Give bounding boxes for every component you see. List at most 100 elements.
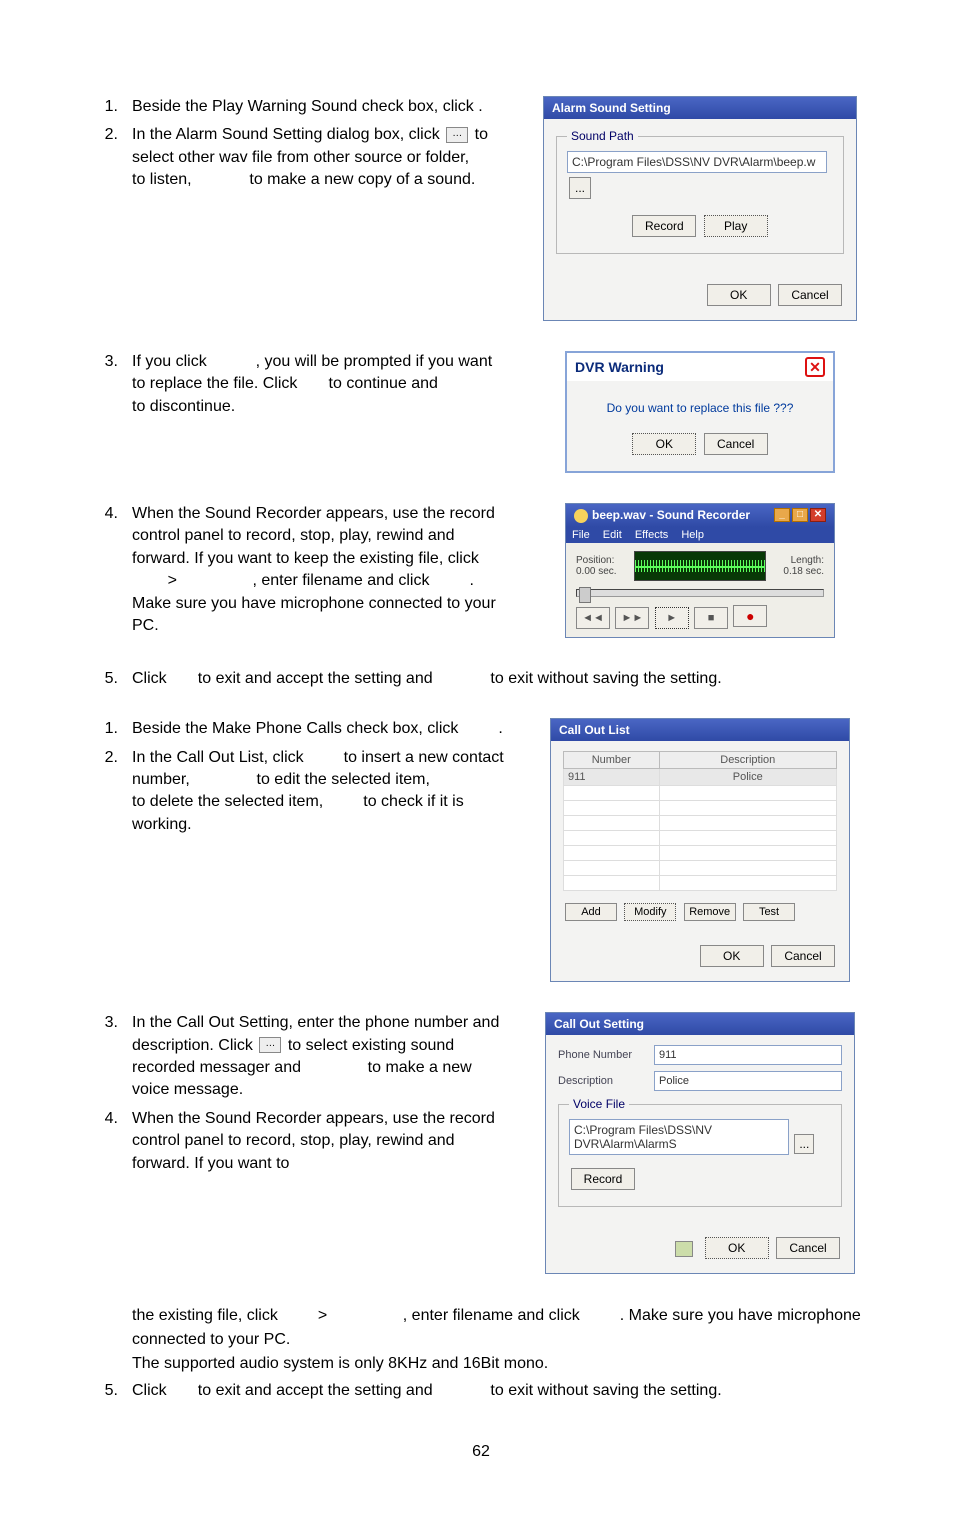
cancel-button[interactable]: Cancel — [778, 284, 842, 306]
text: to edit the selected item, — [257, 771, 430, 788]
instructions-block: 1. Beside the Play Warning Sound check b… — [92, 96, 506, 198]
seek-slider[interactable] — [576, 589, 824, 597]
menu-effects[interactable]: Effects — [635, 529, 668, 541]
fast-forward-button[interactable]: ►► — [615, 607, 649, 629]
ok-button[interactable]: OK — [707, 284, 771, 306]
maximize-icon[interactable]: □ — [792, 508, 808, 522]
stop-button[interactable]: ■ — [694, 607, 728, 629]
text: Click — [132, 1382, 167, 1399]
printer-icon[interactable] — [675, 1241, 693, 1257]
length-label: Length: 0.18 sec. — [772, 555, 824, 577]
table-row[interactable] — [564, 801, 837, 816]
text: Beside the Make Phone Calls check box, c… — [132, 720, 458, 737]
menu-file[interactable]: File — [572, 529, 590, 541]
text: Beside the Play Warning Sound check box,… — [132, 98, 474, 115]
test-button[interactable]: Test — [743, 903, 795, 921]
minimize-icon[interactable]: _ — [774, 508, 790, 522]
text: > — [318, 1307, 327, 1324]
step-body: Click to exit and accept the setting and… — [132, 668, 870, 690]
text: to make a new copy of a sound. — [249, 171, 475, 188]
text: , enter filename and click — [403, 1307, 580, 1324]
play-button[interactable]: Play — [704, 215, 768, 237]
menu-edit[interactable]: Edit — [603, 529, 622, 541]
remove-button[interactable]: Remove — [684, 903, 736, 921]
table-row[interactable] — [564, 846, 837, 861]
text: to delete the selected item, — [132, 793, 323, 810]
browse-button[interactable]: ... — [569, 177, 591, 199]
table-row[interactable]: 911 Police — [564, 769, 837, 786]
playback-controls: ◄◄ ►► ► ■ ● — [576, 605, 824, 629]
text: to exit without saving the setting. — [490, 1382, 721, 1399]
play-button[interactable]: ► — [655, 607, 689, 629]
browse-button[interactable]: ... — [794, 1134, 814, 1154]
ok-button[interactable]: OK — [700, 945, 764, 967]
dialog-titlebar: Alarm Sound Setting — [544, 97, 856, 119]
browse-icon: … — [446, 127, 468, 143]
menu-help[interactable]: Help — [681, 529, 704, 541]
sound-path-fieldset: Sound Path C:\Program Files\DSS\NV DVR\A… — [556, 129, 844, 254]
modify-button[interactable]: Modify — [624, 903, 676, 921]
dialog-title: beep.wav - Sound Recorder — [592, 508, 750, 522]
record-button[interactable]: Record — [571, 1168, 635, 1190]
step-num: 5. — [92, 668, 118, 690]
table-row[interactable] — [564, 861, 837, 876]
table-row[interactable] — [564, 786, 837, 801]
text: If you click — [132, 353, 207, 370]
voice-file-input[interactable]: C:\Program Files\DSS\NV DVR\Alarm\AlarmS — [569, 1119, 789, 1155]
cancel-button[interactable]: Cancel — [704, 433, 768, 455]
record-button[interactable]: ● — [733, 605, 767, 627]
text: . — [478, 98, 482, 115]
text: > — [168, 572, 177, 589]
phone-number-input[interactable]: 911 — [654, 1045, 842, 1065]
text: to exit and accept the setting and — [198, 1382, 433, 1399]
dialog-titlebar: Call Out List — [551, 719, 849, 741]
text: . — [498, 720, 502, 737]
dialog-titlebar: beep.wav - Sound Recorder _ □ ✕ — [566, 504, 834, 527]
cancel-button[interactable]: Cancel — [776, 1237, 840, 1259]
warning-message: Do you want to replace this file ??? — [579, 401, 821, 415]
step-body: When the Sound Recorder appears, use the… — [132, 1108, 506, 1175]
text: to exit without saving the setting. — [490, 670, 721, 687]
dialog-title: Call Out Setting — [554, 1017, 644, 1031]
step-num: 1. — [92, 96, 118, 118]
dialog-title: Call Out List — [559, 723, 630, 737]
menu-bar[interactable]: File Edit Effects Help — [566, 527, 834, 543]
close-icon[interactable]: ✕ — [805, 357, 825, 377]
table-row[interactable] — [564, 816, 837, 831]
text: the existing file, click — [132, 1307, 278, 1324]
cancel-button[interactable]: Cancel — [771, 945, 835, 967]
browse-icon: … — [259, 1037, 281, 1053]
step-body: When the Sound Recorder appears, use the… — [132, 503, 506, 637]
close-icon[interactable]: ✕ — [810, 508, 826, 522]
record-button[interactable]: Record — [632, 215, 696, 237]
text: The supported audio system is only 8KHz … — [132, 1355, 548, 1372]
text: to continue and — [329, 375, 438, 392]
step-body: Beside the Make Phone Calls check box, c… — [132, 718, 506, 740]
dvr-warning-dialog: DVR Warning ✕ Do you want to replace thi… — [565, 351, 835, 473]
position-label: Position: 0.00 sec. — [576, 555, 628, 577]
description-input[interactable]: Police — [654, 1071, 842, 1091]
fieldset-legend: Sound Path — [567, 129, 638, 143]
table-row[interactable] — [564, 831, 837, 846]
voice-file-fieldset: Voice File C:\Program Files\DSS\NV DVR\A… — [558, 1097, 842, 1207]
step-body: Click to exit and accept the setting and… — [132, 1380, 870, 1402]
col-number-header: Number — [564, 752, 660, 769]
rewind-button[interactable]: ◄◄ — [576, 607, 610, 629]
text: , enter filename and click — [252, 572, 429, 589]
step-num: 4. — [92, 503, 118, 637]
fieldset-legend: Voice File — [569, 1097, 629, 1111]
cell-number: 911 — [564, 769, 660, 786]
cell-desc: Police — [659, 769, 836, 786]
dialog-title: Alarm Sound Setting — [552, 101, 671, 115]
text: In the Call Out List, click — [132, 749, 304, 766]
phone-number-label: Phone Number — [558, 1049, 654, 1061]
ok-button[interactable]: OK — [632, 433, 696, 455]
table-row[interactable] — [564, 876, 837, 891]
text: to exit and accept the setting and — [198, 670, 433, 687]
step-body: If you click , you will be prompted if y… — [132, 351, 506, 418]
call-out-setting-dialog: Call Out Setting Phone Number 911 Descri… — [545, 1012, 855, 1274]
step-body: In the Call Out List, click to insert a … — [132, 747, 506, 837]
add-button[interactable]: Add — [565, 903, 617, 921]
ok-button[interactable]: OK — [705, 1237, 769, 1259]
sound-path-input[interactable]: C:\Program Files\DSS\NV DVR\Alarm\beep.w — [567, 151, 827, 173]
